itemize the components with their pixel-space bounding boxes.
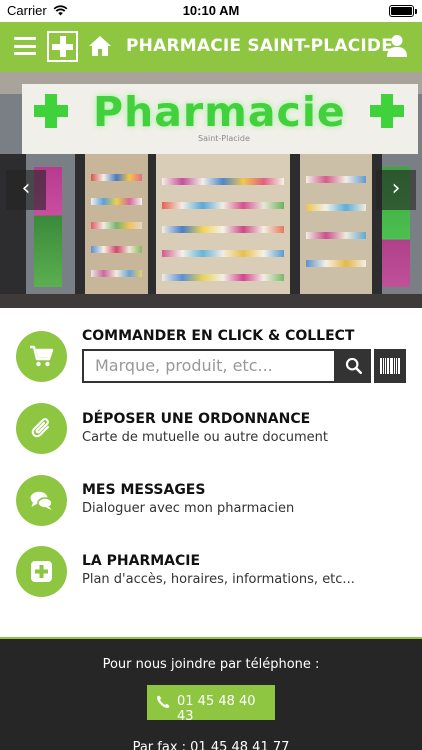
search-button[interactable]: [336, 349, 371, 383]
sign-cross-left: [34, 94, 68, 128]
hero-carousel[interactable]: Pharmacie Saint-Placide: [0, 72, 422, 308]
user-icon[interactable]: [386, 34, 408, 58]
facade-pillar: [75, 154, 85, 308]
sign-subtext: Saint-Placide: [198, 134, 250, 143]
facade-pillar: [290, 154, 300, 308]
ordonnance-subtitle: Carte de mutuelle ou autre document: [82, 430, 328, 445]
search-input[interactable]: Marque, produit, etc...: [82, 349, 336, 383]
status-time: 10:10 AM: [182, 3, 240, 18]
messages-circle-button[interactable]: [16, 475, 67, 526]
contact-footer: Pour nous joindre par téléphone : 01 45 …: [0, 639, 422, 750]
shop-window: [300, 154, 372, 308]
sign-cross-right: [370, 94, 404, 128]
plus-square-icon: [31, 561, 52, 582]
pharmacy-cross-icon[interactable]: [47, 31, 78, 62]
messages-title[interactable]: MES MESSAGES: [82, 482, 205, 498]
phone-label: Pour nous joindre par téléphone :: [102, 657, 320, 672]
battery-icon: [389, 5, 417, 17]
call-button[interactable]: 01 45 48 40 43: [147, 685, 275, 724]
chat-icon: [30, 491, 53, 510]
fax-number: Par fax : 01 45 48 41 77: [132, 740, 290, 750]
page-title: PHARMACIE SAINT-PLACIDE: [126, 36, 394, 56]
facade-pillar: [148, 154, 156, 308]
phone-number: 01 45 48 40 43: [177, 694, 256, 724]
app-header: PHARMACIE SAINT-PLACIDE: [0, 22, 422, 72]
cart-icon: [30, 345, 54, 367]
facade-base: [0, 294, 422, 308]
ordonnance-circle-button[interactable]: [16, 403, 67, 454]
sign-text: Pharmacie: [93, 88, 346, 136]
pharmacie-subtitle: Plan d'accès, horaires, informations, et…: [82, 572, 355, 587]
cart-circle-button[interactable]: [16, 331, 67, 382]
pharmacie-circle-button[interactable]: [16, 546, 67, 597]
shop-window: [85, 154, 148, 308]
phone-icon: [156, 695, 170, 709]
barcode-icon: [380, 358, 400, 374]
pharmacie-title[interactable]: LA PHARMACIE: [82, 553, 200, 569]
search-icon: [345, 357, 363, 375]
home-icon[interactable]: [88, 35, 112, 57]
click-collect-title[interactable]: COMMANDER EN CLICK & COLLECT: [82, 328, 354, 344]
barcode-scan-button[interactable]: [374, 349, 406, 383]
paperclip-icon: [31, 418, 50, 438]
messages-subtitle: Dialoguer avec mon pharmacien: [82, 501, 295, 516]
hamburger-menu-icon[interactable]: [14, 37, 36, 55]
carousel-next-button[interactable]: ›: [376, 170, 416, 210]
carousel-prev-button[interactable]: ‹: [6, 170, 46, 210]
ordonnance-title[interactable]: DÉPOSER UNE ORDONNANCE: [82, 411, 310, 427]
status-bar: Carrier 10:10 AM: [0, 0, 422, 22]
shop-window: [156, 154, 290, 308]
